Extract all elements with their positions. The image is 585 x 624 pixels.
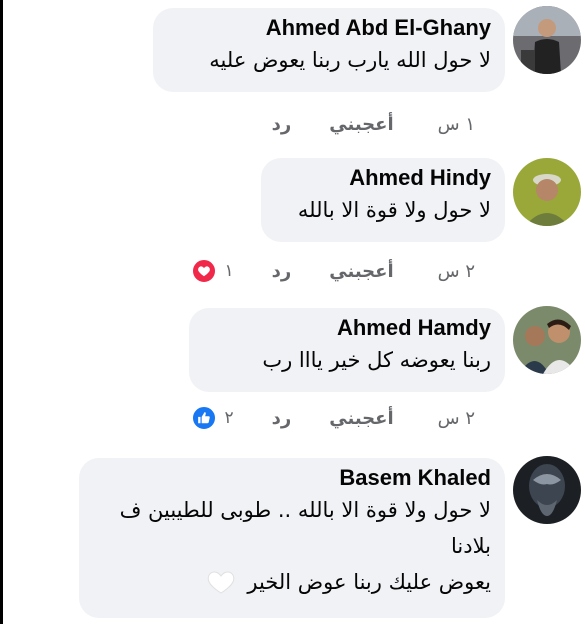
white-heart-icon (207, 571, 234, 594)
like-button[interactable]: أعجبني (329, 408, 393, 429)
avatar[interactable] (513, 306, 581, 374)
comment-time[interactable]: ٢ س (438, 261, 475, 282)
avatar[interactable] (513, 456, 581, 524)
reaction-count: ٢ (224, 408, 234, 428)
comment-text: ربنا يعوضه كل خير يااا رب (262, 348, 491, 372)
thumbs-up-icon (190, 405, 217, 431)
comment-bubble[interactable]: Ahmed Abd El-Ghany لا حول الله يارب ربنا… (153, 8, 505, 92)
avatar[interactable] (513, 158, 581, 226)
comment-bubble[interactable]: Ahmed Hindy لا حول ولا قوة الا بالله (261, 158, 505, 242)
reply-button[interactable]: رد (272, 261, 292, 282)
comment-time[interactable]: ٢ س (438, 408, 475, 429)
comment-text-line: بلادنا (451, 534, 491, 558)
comment-author[interactable]: Ahmed Hindy (275, 164, 491, 192)
screen-edge (0, 0, 3, 624)
reply-button[interactable]: رد (272, 114, 292, 135)
comment-actions: ١ س أعجبني رد (234, 114, 475, 135)
comment-text: يعوض عليك ربنا عوض الخير (247, 570, 491, 594)
reaction-summary[interactable]: ١ (190, 258, 234, 284)
comment-text-line: لا حول ولا قوة الا بالله .. طوبى للطيبين… (119, 498, 491, 522)
comment-text-line: يعوض عليك ربنا عوض الخير (93, 564, 491, 600)
comment-author[interactable]: Basem Khaled (93, 464, 491, 492)
reaction-summary[interactable]: ٢ (190, 405, 234, 431)
like-button[interactable]: أعجبني (329, 261, 393, 282)
avatar[interactable] (513, 6, 581, 74)
comment-actions: ٢ س أعجبني رد ٢ (190, 405, 475, 431)
comment-text: لا حول الله يارب ربنا يعوض عليه (209, 48, 491, 72)
comment-author[interactable]: Ahmed Hamdy (203, 314, 491, 342)
comment-actions: ٢ س أعجبني رد ١ (190, 258, 475, 284)
reply-button[interactable]: رد (272, 408, 292, 429)
heart-icon (190, 258, 217, 284)
like-button[interactable]: أعجبني (329, 114, 393, 135)
comment-author[interactable]: Ahmed Abd El-Ghany (167, 14, 491, 42)
comment-text: لا حول ولا قوة الا بالله (297, 198, 491, 222)
comment-time[interactable]: ١ س (438, 114, 475, 135)
comment-bubble[interactable]: Basem Khaled لا حول ولا قوة الا بالله ..… (79, 458, 505, 618)
comment-bubble[interactable]: Ahmed Hamdy ربنا يعوضه كل خير يااا رب (189, 308, 505, 392)
reaction-count: ١ (224, 261, 234, 281)
